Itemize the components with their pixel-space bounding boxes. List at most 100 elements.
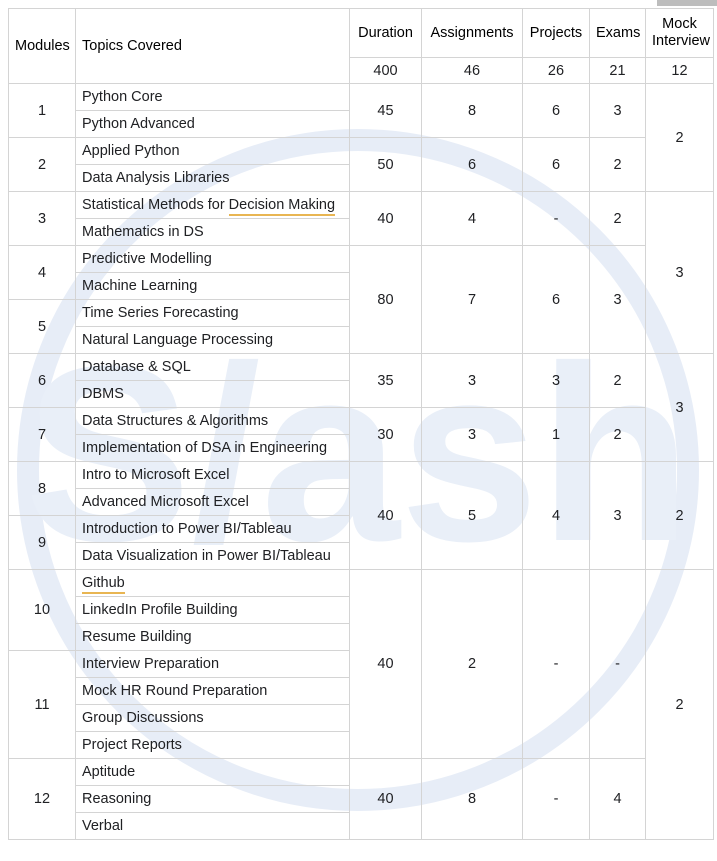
module-number-cell: 5 [8,299,76,354]
table-row: 12 Aptitude 40 8-4 [8,758,714,840]
assignments-cell: 8 [421,83,523,138]
duration-cell: 35 [349,353,422,408]
exams-cell: 3 [589,245,646,354]
mock-interview-cell: 3 [645,191,714,354]
projects-cell: - [522,758,590,840]
topic-cell: Python Core [75,83,350,111]
header-topics-covered: Topics Covered [75,8,350,84]
topic-cell: DBMS [75,380,350,408]
exams-cell: 2 [589,191,646,246]
module-number-cell: 6 [8,353,76,408]
assignments-cell: 7 [421,245,523,354]
topic-cell: Aptitude [75,758,350,786]
header-mock-interview: Mock Interview [645,8,714,58]
page-edge-strip [657,0,717,6]
exams-cell: 4 [589,758,646,840]
curriculum-table: Modules Topics Covered Duration Assignme… [8,8,714,840]
topic-cell: Predictive Modelling [75,245,350,273]
topic-cell: Project Reports [75,731,350,759]
header-assignments: Assignments [421,8,523,58]
duration-cell: 40 [349,191,422,246]
mock-interview-cell: 2 [645,83,714,192]
module-number-cell: 8 [8,461,76,516]
topic-cell: Verbal [75,812,350,840]
duration-cell: 80 [349,245,422,354]
topic-cell: Data Structures & Algorithms [75,407,350,435]
duration-cell: 40 [349,461,422,570]
topic-cell: Group Discussions [75,704,350,732]
topic-cell: Python Advanced [75,110,350,138]
topic-cell: Data Visualization in Power BI/Tableau [75,542,350,570]
module-number-cell: 12 [8,758,76,840]
spellcheck-underline: Github [82,575,125,594]
topic-cell: Resume Building [75,623,350,651]
topic-cell: Machine Learning [75,272,350,300]
total-assignments: 46 [421,57,523,84]
table-row: 1 Python Core 45 8 6 3 2 [8,83,714,192]
topic-cell: Mathematics in DS [75,218,350,246]
topic-cell: Data Analysis Libraries [75,164,350,192]
module-number-cell: 7 [8,407,76,462]
topic-cell: Mock HR Round Preparation [75,677,350,705]
header-exams: Exams [589,8,646,58]
topic-cell: Implementation of DSA in Engineering [75,434,350,462]
module-number-cell: 10 [8,569,76,651]
table-row: 7 Data Structures & Algorithms 30 3 1 2 [8,407,714,462]
exams-cell: 3 [589,461,646,570]
total-projects: 26 [522,57,590,84]
exams-cell: 2 [589,353,646,408]
table-header: Modules Topics Covered Duration Assignme… [8,8,714,84]
exams-cell: - [589,569,646,759]
table-row: 6 Database & SQL 35 3 3 2 3 [8,353,714,462]
projects-cell: 4 [522,461,590,570]
projects-cell: - [522,191,590,246]
module-number-cell: 3 [8,191,76,246]
assignments-cell: 8 [421,758,523,840]
assignments-cell: 3 [421,353,523,408]
projects-cell: 6 [522,137,590,192]
table-row: 2 Applied Python 50 6 6 2 [8,137,714,192]
projects-cell: 6 [522,83,590,138]
topic-cell: Intro to Microsoft Excel [75,461,350,489]
mock-interview-cell: 2 [645,461,714,570]
topic-cell: Advanced Microsoft Excel [75,488,350,516]
topic-cell: Natural Language Processing [75,326,350,354]
table-row: 8 Intro to Microsoft Excel 40 5 4 3 2 [8,461,714,570]
module-number-cell: 11 [8,650,76,759]
duration-cell: 30 [349,407,422,462]
total-duration: 400 [349,57,422,84]
assignments-cell: 4 [421,191,523,246]
topic-cell: Reasoning [75,785,350,813]
table-row: 4 Predictive Modelling 80 7 6 3 [8,245,714,354]
topic-cell: Database & SQL [75,353,350,381]
projects-cell: 6 [522,245,590,354]
module-number-cell: 9 [8,515,76,570]
topic-cell: Interview Preparation [75,650,350,678]
topic-cell: Github [75,569,350,597]
exams-cell: 2 [589,407,646,462]
topic-cell: LinkedIn Profile Building [75,596,350,624]
topic-cell: Introduction to Power BI/Tableau [75,515,350,543]
topic-cell: Applied Python [75,137,350,165]
header-row-titles: Modules Topics Covered Duration Assignme… [8,8,714,84]
mock-interview-cell: 2 [645,569,714,840]
duration-cell: 40 [349,758,422,840]
duration-cell: 50 [349,137,422,192]
table-row: 10 Github 40 2- -2 [8,569,714,840]
curriculum-table-container: Modules Topics Covered Duration Assignme… [8,8,714,840]
duration-cell: 40 [349,569,422,759]
table-row: 3 Statistical Methods for Decision Making… [8,191,714,354]
module-number-cell: 1 [8,83,76,138]
projects-cell: 3 [522,353,590,408]
assignments-cell: 2 [421,569,523,759]
spellcheck-underline: Decision Making [228,197,336,216]
total-exams: 21 [589,57,646,84]
table-body: 1 Python Core 45 8 6 3 2 Python Advanced 2 Applie… [8,83,714,840]
assignments-cell: 3 [421,407,523,462]
header-duration: Duration [349,8,422,58]
mock-interview-cell: 3 [645,353,714,462]
module-number-cell: 4 [8,245,76,300]
projects-cell: 1 [522,407,590,462]
projects-cell: - [522,569,590,759]
exams-cell: 3 [589,83,646,138]
